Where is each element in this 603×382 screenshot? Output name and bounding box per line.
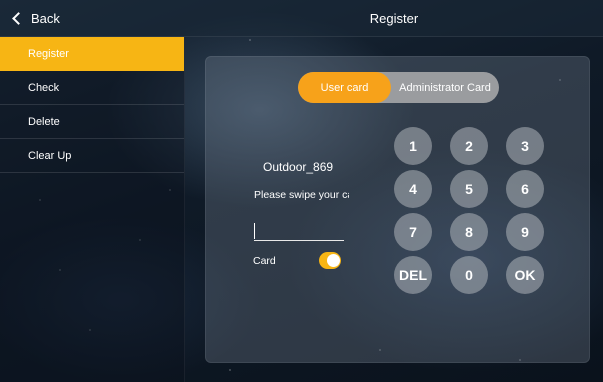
tab-administrator-card[interactable]: Administrator Card bbox=[391, 72, 499, 103]
sidebar-item-clear-up[interactable]: Clear Up bbox=[0, 139, 184, 173]
sidebar-item-label: Register bbox=[28, 47, 69, 60]
key-4[interactable]: 4 bbox=[394, 170, 432, 208]
card-toggle[interactable] bbox=[319, 252, 341, 269]
key-7[interactable]: 7 bbox=[394, 213, 432, 251]
key-5[interactable]: 5 bbox=[450, 170, 488, 208]
sidebar-item-check[interactable]: Check bbox=[0, 71, 184, 105]
sidebar-item-label: Check bbox=[28, 81, 60, 94]
sidebar-item-register[interactable]: Register bbox=[0, 37, 184, 71]
tab-user-card[interactable]: User card bbox=[298, 72, 391, 103]
text-caret bbox=[254, 223, 255, 239]
key-2[interactable]: 2 bbox=[450, 127, 488, 165]
chevron-left-icon bbox=[12, 12, 25, 25]
card-type-tabs: User card Administrator Card bbox=[298, 72, 499, 103]
key-6[interactable]: 6 bbox=[506, 170, 544, 208]
sidebar-item-label: Delete bbox=[28, 115, 60, 128]
key-8[interactable]: 8 bbox=[450, 213, 488, 251]
keypad: 1 2 3 4 5 6 7 8 9 DEL 0 OK bbox=[394, 127, 544, 297]
key-0[interactable]: 0 bbox=[450, 256, 488, 294]
device-name: Outdoor_869 bbox=[263, 160, 333, 174]
back-button[interactable]: Back bbox=[10, 0, 60, 37]
key-1[interactable]: 1 bbox=[394, 127, 432, 165]
sidebar-item-label: Clear Up bbox=[28, 149, 72, 162]
card-toggle-label: Card bbox=[253, 255, 276, 267]
key-ok[interactable]: OK bbox=[506, 256, 544, 294]
toggle-knob bbox=[327, 254, 340, 267]
key-del[interactable]: DEL bbox=[394, 256, 432, 294]
card-number-input[interactable] bbox=[254, 221, 344, 241]
sidebar: Register Check Delete Clear Up bbox=[0, 37, 185, 382]
key-3[interactable]: 3 bbox=[506, 127, 544, 165]
swipe-prompt: Please swipe your card bbox=[254, 189, 349, 201]
key-9[interactable]: 9 bbox=[506, 213, 544, 251]
sidebar-item-delete[interactable]: Delete bbox=[0, 105, 184, 139]
register-panel: User card Administrator Card Outdoor_869… bbox=[205, 56, 590, 363]
top-bar: Back Register bbox=[0, 0, 603, 37]
page-title: Register bbox=[369, 11, 419, 26]
back-label: Back bbox=[31, 11, 60, 26]
